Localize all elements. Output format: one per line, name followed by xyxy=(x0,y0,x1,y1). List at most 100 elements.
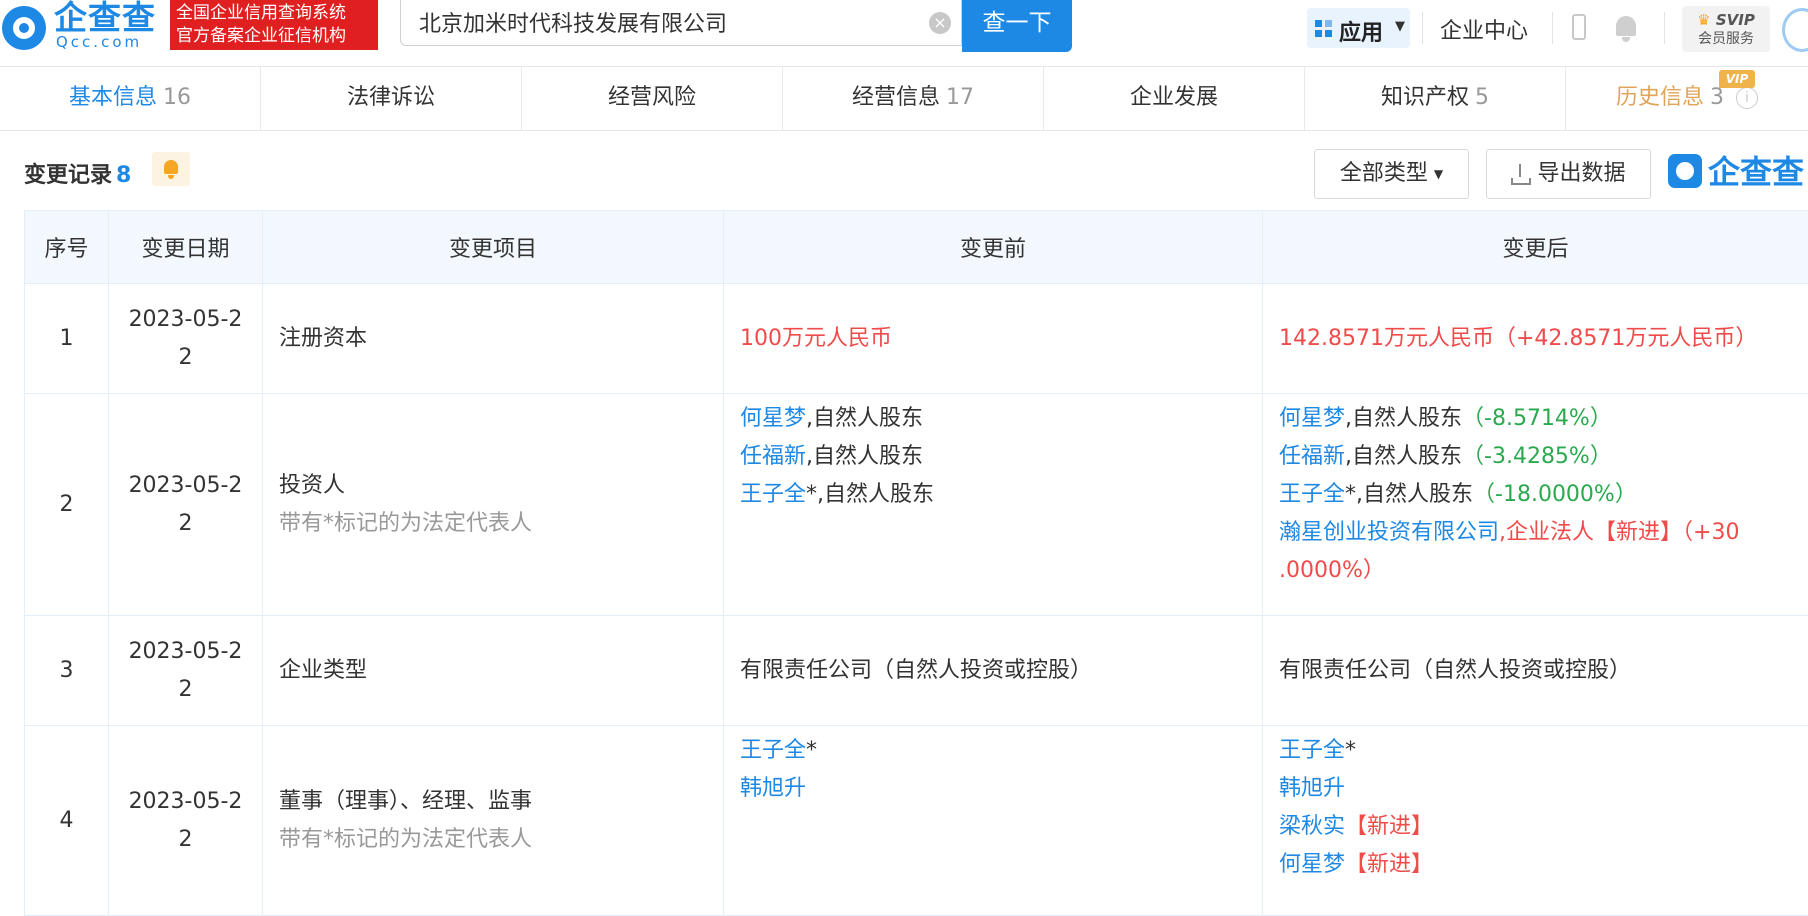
col-header-date: 变更日期 xyxy=(109,211,263,284)
shareholder-entry: 王子全*,自然人股东（-18.0000%） xyxy=(1279,476,1792,514)
person-link[interactable]: 何星梦 xyxy=(1279,406,1345,431)
subscribe-bell-button[interactable] xyxy=(152,152,190,186)
shareholder-entry: 何星梦,自然人股东 xyxy=(740,400,1246,438)
tab-development[interactable]: 企业发展 xyxy=(1044,66,1305,130)
svip-label: SVIP xyxy=(1716,11,1755,29)
tab-label: 知识产权 xyxy=(1381,85,1469,110)
shareholder-role: ,自然人股东 xyxy=(806,406,923,431)
section-count: 8 xyxy=(116,163,131,188)
item-title: 企业类型 xyxy=(279,652,707,690)
person-entry: 韩旭升 xyxy=(740,770,1246,808)
search-input[interactable]: 北京加米时代科技发展有限公司 × xyxy=(400,0,962,46)
divider xyxy=(1422,12,1423,44)
person-link[interactable]: 王子全 xyxy=(740,482,806,507)
row-date: 2023-05-22 xyxy=(109,394,263,616)
shareholder-entry: 任福新,自然人股东（-3.4285%） xyxy=(1279,438,1792,476)
item-note: 带有*标记的为法定代表人 xyxy=(279,821,707,859)
download-icon xyxy=(1511,164,1529,184)
mobile-phone-icon[interactable] xyxy=(1572,14,1586,40)
person-entry: 韩旭升 xyxy=(1279,770,1792,808)
person-link[interactable]: 王子全 xyxy=(1279,738,1345,763)
search-input-value: 北京加米时代科技发展有限公司 xyxy=(419,6,727,38)
person-link[interactable]: 王子全 xyxy=(740,738,806,763)
person-link[interactable]: 韩旭升 xyxy=(1279,776,1345,801)
person-entry: 王子全* xyxy=(1279,732,1792,770)
date-part: 2023-05-2 xyxy=(113,633,258,671)
company-link[interactable]: 瀚星创业投资有限公司 xyxy=(1279,520,1499,545)
shareholder-entry: 任福新,自然人股东 xyxy=(740,438,1246,476)
svip-service-label: 会员服务 xyxy=(1682,30,1770,48)
row-before: 100万元人民币 xyxy=(724,284,1263,394)
table-row: 2 2023-05-22 投资人 带有*标记的为法定代表人 何星梦,自然人股东 … xyxy=(25,394,1808,616)
col-header-after: 变更后 xyxy=(1263,211,1808,284)
row-index: 2 xyxy=(25,394,109,616)
table-row: 1 2023-05-22 注册资本 100万元人民币 142.8571万元人民币… xyxy=(25,284,1808,394)
tab-ip[interactable]: 知识产权5 xyxy=(1305,66,1566,130)
share-change: （-3.4285%） xyxy=(1462,444,1612,469)
person-link[interactable]: 任福新 xyxy=(740,444,806,469)
col-header-index: 序号 xyxy=(25,211,109,284)
person-link[interactable]: 何星梦 xyxy=(1279,852,1345,877)
export-label: 导出数据 xyxy=(1537,161,1625,186)
type-filter-dropdown[interactable]: 全部类型▼ xyxy=(1314,149,1469,199)
chevron-down-icon: ▼ xyxy=(1434,167,1443,181)
person-link[interactable]: 王子全 xyxy=(1279,482,1345,507)
app-menu-button[interactable]: 应用 ▼ xyxy=(1307,8,1410,48)
tab-legal[interactable]: 法律诉讼 xyxy=(261,66,522,130)
app-menu-label: 应用 xyxy=(1339,15,1383,47)
row-index: 3 xyxy=(25,616,109,726)
logo-mark-icon xyxy=(1668,154,1702,188)
shareholder-role: *,自然人股东 xyxy=(1345,482,1473,507)
person-entry: 梁秋实【新进】 xyxy=(1279,808,1792,846)
row-after: 142.8571万元人民币（+42.8571万元人民币） xyxy=(1263,284,1808,394)
avatar[interactable] xyxy=(1782,8,1808,52)
row-date: 2023-05-22 xyxy=(109,726,263,916)
tab-history[interactable]: 历史信息3i xyxy=(1566,66,1808,130)
item-title: 董事（理事）、经理、监事 xyxy=(279,783,707,821)
date-part: 2023-05-2 xyxy=(113,301,258,339)
search-button[interactable]: 查一下 xyxy=(962,0,1072,52)
table-header-row: 序号 变更日期 变更项目 变更前 变更后 xyxy=(25,211,1808,284)
notification-bell-icon[interactable] xyxy=(1614,14,1638,42)
vip-badge: VIP xyxy=(1719,70,1755,88)
shareholder-role: ,自然人股东 xyxy=(1345,406,1462,431)
bell-icon xyxy=(164,160,178,174)
enterprise-center-link[interactable]: 企业中心 xyxy=(1440,13,1528,45)
row-before: 何星梦,自然人股东 任福新,自然人股东 王子全*,自然人股东 xyxy=(724,394,1263,616)
after-value: 有限责任公司（自然人投资或控股） xyxy=(1279,658,1631,683)
date-part: 2 xyxy=(113,339,258,377)
tab-basic-info[interactable]: 基本信息16 xyxy=(0,66,261,130)
row-date: 2023-05-22 xyxy=(109,284,263,394)
tab-count: 17 xyxy=(946,85,974,110)
person-link[interactable]: 何星梦 xyxy=(740,406,806,431)
shareholder-entry: 何星梦,自然人股东（-8.5714%） xyxy=(1279,400,1792,438)
watermark-logo: 企查查 xyxy=(1668,152,1808,194)
new-tag: 【新进】 xyxy=(1345,814,1433,839)
app-grid-icon xyxy=(1315,20,1333,38)
person-link[interactable]: 任福新 xyxy=(1279,444,1345,469)
row-after: 王子全* 韩旭升 梁秋实【新进】 何星梦【新进】 xyxy=(1263,726,1808,916)
svip-member-button[interactable]: ♛ SVIP 会员服务 xyxy=(1682,6,1770,52)
official-badge: 全国企业信用查询系统 官方备案企业征信机构 xyxy=(170,0,378,50)
chevron-down-icon: ▼ xyxy=(1395,19,1405,34)
tab-label: 企业发展 xyxy=(1130,85,1218,110)
shareholder-entry: 王子全*,自然人股东 xyxy=(740,476,1246,514)
person-link[interactable]: 梁秋实 xyxy=(1279,814,1345,839)
person-link[interactable]: 韩旭升 xyxy=(740,776,806,801)
tab-label: 法律诉讼 xyxy=(347,85,435,110)
export-data-button[interactable]: 导出数据 xyxy=(1486,149,1651,199)
row-item: 企业类型 xyxy=(263,616,724,726)
item-note: 带有*标记的为法定代表人 xyxy=(279,505,707,543)
table-row: 4 2023-05-22 董事（理事）、经理、监事 带有*标记的为法定代表人 王… xyxy=(25,726,1808,916)
tab-business-risk[interactable]: 经营风险 xyxy=(522,66,783,130)
qcc-logo[interactable]: 企查查 Qcc.com xyxy=(0,0,168,52)
clear-search-icon[interactable]: × xyxy=(929,12,951,34)
tab-label: 历史信息 xyxy=(1616,85,1704,110)
new-shareholder-note-cont: .0000%） xyxy=(1279,552,1792,590)
share-change: （-18.0000%） xyxy=(1473,482,1637,507)
row-before: 有限责任公司（自然人投资或控股） xyxy=(724,616,1263,726)
main-tabs: 基本信息16 法律诉讼 经营风险 经营信息17 企业发展 知识产权5 历史信息3… xyxy=(0,66,1808,131)
info-icon[interactable]: i xyxy=(1736,87,1758,109)
tab-business-info[interactable]: 经营信息17 xyxy=(783,66,1044,130)
tab-count: 16 xyxy=(163,85,191,110)
